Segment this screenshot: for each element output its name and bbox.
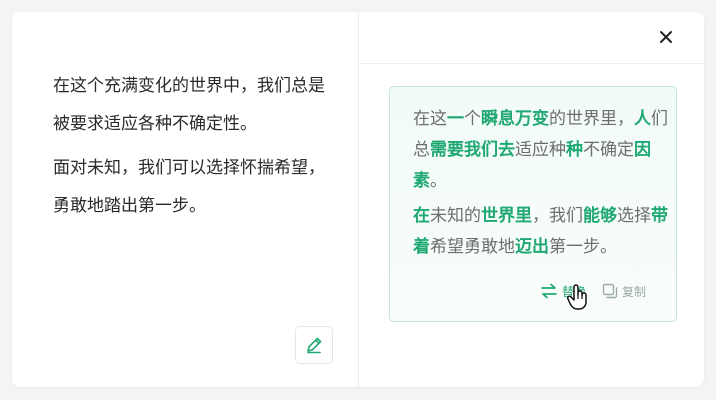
copy-icon — [602, 283, 618, 299]
result-text: 在这一个瞬息万变的世界里，人们总需要我们去适应种种不确定因素。 在未知的世界里，我… — [413, 104, 675, 267]
close-button[interactable] — [655, 26, 677, 48]
source-text: 在这个充满变化的世界中，我们总是被要求适应各种不确定性。 面对未知，我们可以选择… — [53, 67, 338, 231]
close-icon — [660, 31, 672, 43]
highlighted-word: 在 — [413, 206, 430, 226]
result-box: 在这一个瞬息万变的世界里，人们总需要我们去适应种种不确定因素。 在未知的世界里，我… — [389, 86, 677, 322]
result-header — [359, 12, 704, 64]
result-paragraph: 在未知的世界里，我们能够选择带着希望勇敢地迈出第一步。 — [413, 201, 675, 263]
copy-label: 复制 — [622, 284, 647, 299]
result-word: 未知的 — [430, 206, 481, 226]
source-paragraph: 在这个充满变化的世界中，我们总是被要求适应各种不确定性。 — [53, 76, 325, 134]
source-paragraph: 面对未知，我们可以选择怀揣希望，勇敢地踏出第一步。 — [53, 158, 325, 216]
result-word: 在这 — [413, 109, 447, 129]
copy-button[interactable]: 复制 — [602, 283, 646, 300]
highlighted-word: 瞬息万变 — [481, 109, 549, 129]
edit-button[interactable] — [295, 326, 333, 364]
highlighted-word: 人 — [634, 109, 651, 129]
highlighted-word: 迈出 — [515, 237, 549, 257]
translation-card: 在这个充满变化的世界中，我们总是被要求适应各种不确定性。 面对未知，我们可以选择… — [12, 12, 704, 387]
result-word: 。 — [430, 171, 447, 191]
result-word: 适应种 — [515, 140, 566, 160]
highlighted-word: 需要 — [430, 140, 464, 160]
hand-cursor-icon — [566, 284, 587, 310]
source-pane: 在这个充满变化的世界中，我们总是被要求适应各种不确定性。 面对未知，我们可以选择… — [12, 12, 359, 387]
highlighted-word: 一 — [447, 109, 464, 129]
result-actions: 替换 复制 — [540, 279, 646, 303]
highlighted-word: 世界里 — [481, 206, 532, 226]
result-word: ，我们 — [532, 206, 583, 226]
highlighted-word: 能够 — [583, 206, 617, 226]
result-word: 选择 — [617, 206, 651, 226]
highlighted-word: 我们去 — [464, 140, 515, 160]
highlighted-word: 种 — [566, 140, 583, 160]
result-pane: 在这一个瞬息万变的世界里，人们总需要我们去适应种种不确定因素。 在未知的世界里，我… — [359, 12, 704, 387]
result-word: 不确定 — [583, 140, 634, 160]
result-word: 希望勇敢地 — [430, 237, 515, 257]
result-word: 第一步。 — [549, 237, 617, 257]
result-paragraph: 在这一个瞬息万变的世界里，人们总需要我们去适应种种不确定因素。 — [413, 104, 675, 197]
result-word: 个 — [464, 109, 481, 129]
result-word: 的世界里， — [549, 109, 634, 129]
pencil-icon — [307, 337, 322, 354]
swap-arrows-icon — [541, 283, 557, 299]
